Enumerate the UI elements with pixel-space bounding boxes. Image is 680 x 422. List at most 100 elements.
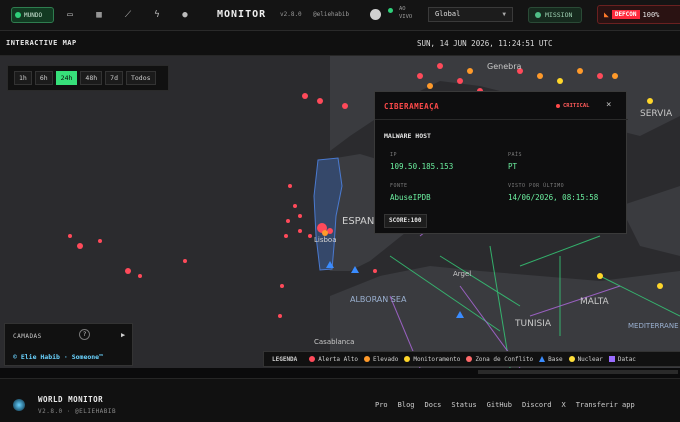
legend-item: Elevado xyxy=(364,356,398,363)
legend-item: Base xyxy=(539,355,563,363)
region-select[interactable]: Global ▼ xyxy=(428,7,513,22)
map-label-servia: SERVIA xyxy=(640,109,673,119)
map-label-mediterraneo: MEDITERRANE xyxy=(628,322,679,330)
map-label-malta: MALTA xyxy=(580,297,609,307)
lightning-icon[interactable]: ϟ xyxy=(151,9,163,21)
source-value: AbuseIPDB xyxy=(390,193,431,202)
popup-title: CIBERAMEAÇA xyxy=(384,102,440,111)
legend-label: Alerta Alto xyxy=(318,355,359,363)
mission-icon xyxy=(535,12,541,18)
source-label: FONTE xyxy=(390,183,408,189)
live-label: AO VIVO xyxy=(399,6,413,20)
legend-label: Nuclear xyxy=(577,355,603,363)
nuclear-icon xyxy=(568,356,575,362)
score-badge: SCORE:100 xyxy=(384,214,427,228)
defcon-percent: 100% xyxy=(642,10,660,19)
footer-link-x[interactable]: X xyxy=(561,401,565,409)
app-title: MONITOR xyxy=(217,9,267,20)
view-toggle-mundo[interactable]: MUNDO xyxy=(11,7,54,23)
legend-item: Nuclear xyxy=(568,355,603,363)
land-east xyxy=(620,186,680,256)
footer-link-status[interactable]: Status xyxy=(451,401,476,409)
popup-divider xyxy=(375,119,628,120)
legend-item: Datac xyxy=(608,355,636,363)
footer-link-docs[interactable]: Docs xyxy=(425,401,442,409)
last-seen-value: 14/06/2026, 08:15:58 xyxy=(508,193,599,202)
legend-label: Elevado xyxy=(373,355,399,363)
map-label-lisboa: Lisboa xyxy=(314,236,337,244)
sun-icon[interactable]: ● xyxy=(179,9,191,21)
map-label-argel: Argel xyxy=(453,270,471,278)
defcon-button[interactable]: ◣ DEFCON 100% xyxy=(597,5,680,24)
legend-label: Zona de Conflito xyxy=(475,355,534,363)
rss-icon: ◣ xyxy=(604,10,609,19)
base-icon xyxy=(539,356,546,362)
popup-subtitle: MALWARE HOST xyxy=(384,132,431,140)
defcon-label: DEFCON xyxy=(611,10,640,19)
mission-label: MISSION xyxy=(545,11,573,19)
globe-icon xyxy=(15,12,21,18)
view-toggle-label: MUNDO xyxy=(24,11,43,19)
wrench-icon[interactable]: ⟋ xyxy=(122,9,134,21)
severity-label: CRITICAL xyxy=(563,103,590,109)
layers-panel: CAMADAS ? ▶ © Elie Habib · Someone™ xyxy=(4,323,133,366)
region-select-value: Global xyxy=(435,10,461,18)
help-icon[interactable]: ? xyxy=(79,329,90,340)
ip-label: IP xyxy=(390,152,398,158)
datacenter-icon xyxy=(608,356,615,362)
last-seen-label: VISTO POR ÚLTIMO xyxy=(508,183,565,189)
mission-button[interactable]: MISSION xyxy=(528,7,582,23)
time-filter-24h[interactable]: 24h xyxy=(55,71,78,85)
expand-icon[interactable]: ▶ xyxy=(121,331,125,339)
monitor-icon[interactable]: ▭ xyxy=(64,9,76,21)
section-title: INTERACTIVE MAP xyxy=(6,39,77,47)
legend-title: LEGENDA xyxy=(272,355,298,363)
elevated-icon xyxy=(364,356,371,362)
footer-link-download-app[interactable]: Transferir app xyxy=(576,401,635,409)
time-filter-all[interactable]: Todos xyxy=(125,71,156,85)
time-filter-7d[interactable]: 7d xyxy=(105,71,123,85)
time-filter-1h[interactable]: 1h xyxy=(14,71,32,85)
footer-links: Pro Blog Docs Status GitHub Discord X Tr… xyxy=(375,401,635,409)
github-icon[interactable] xyxy=(370,9,381,20)
map-label-casablanca: Casablanca xyxy=(314,338,354,346)
footer-link-blog[interactable]: Blog xyxy=(398,401,415,409)
monitoring-icon xyxy=(404,356,411,362)
time-filter-bar: 1h 6h 24h 48h 7d Todos xyxy=(7,65,169,91)
threat-popup: CIBERAMEAÇA CRITICAL × MALWARE HOST IP 1… xyxy=(374,91,628,234)
live-indicator-icon xyxy=(388,8,393,13)
severity-badge: CRITICAL xyxy=(556,103,590,109)
legend-item: Zona de Conflito xyxy=(466,356,533,363)
legend-label: Monitoramento xyxy=(413,355,461,363)
app-version: v2.8.0 xyxy=(280,11,302,18)
map-header xyxy=(0,31,680,56)
map-label-alboran-sea: ALBORAN SEA xyxy=(350,295,407,304)
legend-label: Base xyxy=(548,355,563,363)
footer-link-discord[interactable]: Discord xyxy=(522,401,552,409)
author-handle[interactable]: @eliehabib xyxy=(313,11,349,18)
time-filter-48h[interactable]: 48h xyxy=(80,71,103,85)
map-credit: © Elie Habib · Someone™ xyxy=(13,353,104,361)
time-filter-6h[interactable]: 6h xyxy=(34,71,53,85)
severity-dot-icon xyxy=(556,104,560,108)
chart-icon[interactable]: ▦ xyxy=(93,9,105,21)
map-label-tunisia: TUNISIA xyxy=(514,319,552,329)
legend-label: Datac xyxy=(617,355,636,363)
alert-high-icon xyxy=(309,356,316,362)
country-value: PT xyxy=(508,162,518,171)
close-icon[interactable]: × xyxy=(606,100,611,110)
footer-version: V2.8.0 · @ELIEHABIB xyxy=(38,408,117,415)
footer-link-pro[interactable]: Pro xyxy=(375,401,388,409)
ip-value: 109.50.185.153 xyxy=(390,162,454,171)
legend-item: Monitoramento xyxy=(404,356,460,363)
legend-item: Alerta Alto xyxy=(309,356,358,363)
layers-title: CAMADAS xyxy=(13,333,42,340)
chevron-down-icon: ▼ xyxy=(502,11,506,18)
country-label: PAÍS xyxy=(508,152,523,158)
horizontal-scrollbar[interactable] xyxy=(478,370,678,374)
world-monitor-logo-icon xyxy=(13,399,25,411)
footer-link-github[interactable]: GitHub xyxy=(487,401,512,409)
utc-clock: SUN, 14 JUN 2026, 11:24:51 UTC xyxy=(417,39,553,48)
footer-app-name: WORLD MONITOR xyxy=(38,395,104,404)
map-label-genebra: Genebra xyxy=(487,62,521,71)
